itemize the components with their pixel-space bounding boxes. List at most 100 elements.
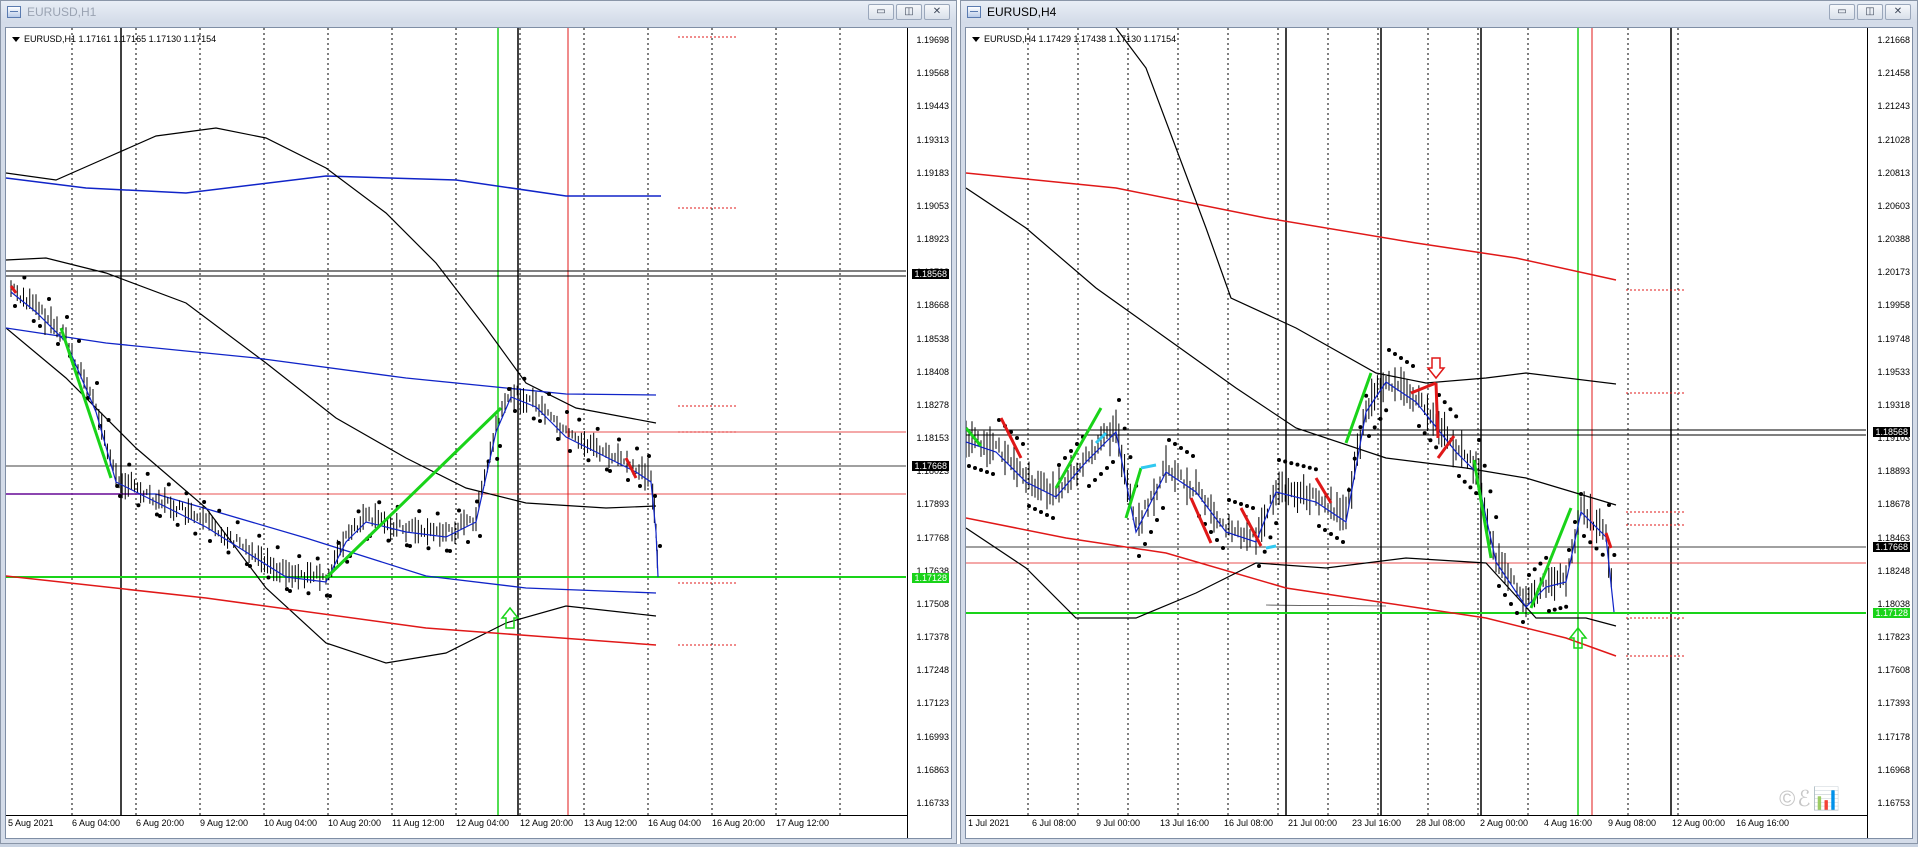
symbol-info: EURUSD,H4 1.17429 1.17438 1.17130 1.1715…	[972, 34, 1176, 44]
parabolic-sar-dot	[328, 594, 332, 598]
parabolic-sar-dot	[556, 437, 560, 441]
parabolic-sar-dot	[1607, 503, 1611, 507]
parabolic-sar-dot	[1122, 426, 1127, 431]
window-title: EURUSD,H1	[27, 5, 97, 19]
parabolic-sar-dot	[1462, 479, 1467, 484]
parabolic-sar-dot	[1341, 540, 1345, 544]
price-tick-label: 1.16733	[916, 798, 949, 808]
restore-button[interactable]: ◫	[1857, 4, 1883, 20]
time-tick-label: 10 Aug 04:00	[264, 818, 318, 828]
chart-window-icon	[7, 6, 21, 18]
price-tick-label: 1.17378	[916, 632, 949, 643]
parabolic-sar-dot	[315, 556, 320, 561]
time-tick-label: 16 Aug 16:00	[1736, 818, 1790, 828]
parabolic-sar-dot	[1137, 554, 1141, 558]
fast-average	[10, 291, 659, 583]
chart-area[interactable]: EURUSD,H4 1.17429 1.17438 1.17130 1.1715…	[965, 27, 1913, 839]
parabolic-sar-dot	[1173, 442, 1177, 446]
parabolic-sar-dot	[1039, 510, 1043, 514]
close-button[interactable]: ✕	[1885, 4, 1911, 20]
bollinger-upper	[1115, 28, 1617, 385]
price-tick-label: 1.16968	[1877, 764, 1910, 775]
parabolic-sar-dot	[448, 549, 452, 553]
close-button[interactable]: ✕	[924, 4, 950, 20]
parabolic-sar-dot	[1600, 552, 1605, 557]
window-titlebar[interactable]: EURUSD,H4 ▭ ◫ ✕	[961, 1, 1917, 23]
parabolic-sar-dot	[1612, 553, 1617, 557]
price-chart-plot[interactable]	[966, 28, 1866, 818]
restore-button[interactable]: ◫	[896, 4, 922, 20]
parabolic-sar-dot	[1442, 400, 1447, 405]
price-tick-label: 1.17608	[1877, 665, 1910, 676]
parabolic-sar-dot	[1497, 584, 1501, 588]
parabolic-sar-dot	[217, 508, 222, 513]
chart-window-h4[interactable]: EURUSD,H4 ▭ ◫ ✕ EURUSD,H4 1.17429 1.1743…	[960, 0, 1918, 844]
chart-window-h1[interactable]: EURUSD,H1 ▭ ◫ ✕ EURUSD,H1 1.17161 1.1716…	[0, 0, 957, 844]
parabolic-sar-dot	[235, 520, 240, 525]
parabolic-sar-dot	[297, 554, 302, 559]
price-tick-label: 1.16863	[916, 764, 949, 775]
price-tick-label: 1.18538	[916, 333, 949, 344]
time-tick-label: 11 Aug 12:00	[392, 818, 445, 828]
price-tick-label: 1.19318	[1877, 399, 1910, 410]
parabolic-sar-dot	[1021, 442, 1025, 446]
chart-area[interactable]: EURUSD,H1 1.17161 1.17165 1.17130 1.1715…	[5, 27, 952, 839]
parabolic-sar-dot	[1149, 530, 1153, 534]
price-tick-label: 1.21458	[1877, 68, 1910, 79]
price-tick-label: 1.18678	[1877, 499, 1910, 510]
parabolic-sar-dot	[1093, 478, 1097, 482]
minimize-button[interactable]: ▭	[1829, 4, 1855, 20]
parabolic-sar-dot	[266, 575, 271, 580]
parabolic-sar-dot	[175, 522, 180, 527]
parabolic-sar-dot	[617, 437, 621, 442]
parabolic-sar-dot	[275, 545, 280, 550]
parabolic-sar-dot	[1027, 504, 1031, 508]
chart-window-icon	[967, 6, 981, 18]
parabolic-sar-dot	[1399, 356, 1403, 360]
parabolic-sar-dot	[1185, 450, 1189, 454]
price-marker-green: 1.17128	[912, 573, 949, 583]
moving-average-red	[6, 575, 657, 646]
minimize-button[interactable]: ▭	[868, 4, 894, 20]
parabolic-sar-dot	[1323, 528, 1327, 532]
dropdown-triangle-icon[interactable]	[12, 36, 20, 42]
parabolic-sar-dot	[77, 339, 81, 343]
symbol-ohlc: EURUSD,H4 1.17429 1.17438 1.17130 1.1715…	[984, 34, 1177, 44]
zigzag-red	[1410, 381, 1437, 395]
parabolic-sar-dot	[586, 458, 591, 463]
dropdown-triangle-icon[interactable]	[972, 36, 980, 42]
price-tick-label: 1.19053	[916, 200, 949, 211]
parabolic-sar-dot	[257, 533, 262, 538]
time-tick-label: 2 Aug 00:00	[1480, 818, 1529, 828]
parabolic-sar-dot	[1262, 549, 1267, 554]
parabolic-sar-dot	[1283, 459, 1288, 464]
time-tick-label: 5 Aug 2021	[8, 818, 54, 828]
time-tick-label: 1 Jul 2021	[968, 818, 1010, 828]
moving-average-blue-long	[6, 493, 657, 594]
window-titlebar[interactable]: EURUSD,H1 ▭ ◫ ✕	[1, 1, 956, 23]
parabolic-sar-dot	[1358, 425, 1363, 430]
sell-arrow-icon	[1426, 357, 1446, 380]
time-tick-label: 17 Aug 12:00	[776, 818, 830, 828]
parabolic-sar-dot	[127, 462, 132, 467]
price-tick-label: 1.20813	[1877, 167, 1910, 178]
parabolic-sar-dot	[1488, 489, 1493, 494]
parabolic-sar-dot	[626, 478, 630, 482]
parabolic-sar-dot	[1233, 500, 1237, 504]
parabolic-sar-dot	[1167, 438, 1171, 442]
price-tick-label: 1.18408	[916, 366, 949, 377]
parabolic-sar-dot	[1289, 461, 1294, 466]
parabolic-sar-dot	[1087, 484, 1091, 488]
parabolic-sar-dot	[1521, 620, 1525, 624]
parabolic-sar-dot	[158, 514, 162, 518]
price-chart-plot[interactable]	[6, 28, 906, 818]
parabolic-sar-dot	[1509, 602, 1513, 606]
price-tick-label: 1.16993	[916, 731, 949, 742]
parabolic-sar-dot	[31, 319, 36, 323]
parabolic-sar-dot	[38, 324, 42, 328]
parabolic-sar-dot	[1155, 518, 1159, 522]
parabolic-sar-dot	[426, 546, 431, 551]
price-tick-label: 1.19443	[916, 101, 949, 112]
parabolic-sar-dot	[1335, 536, 1339, 540]
parabolic-sar-dot	[184, 491, 189, 496]
